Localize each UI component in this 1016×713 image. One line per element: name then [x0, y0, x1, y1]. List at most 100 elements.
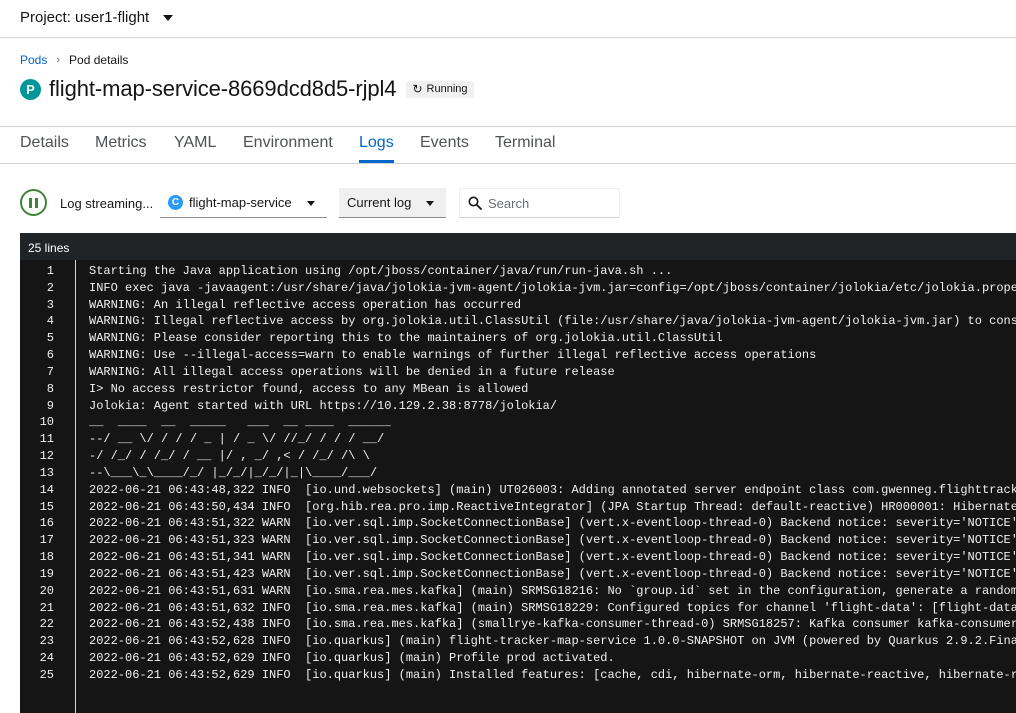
chevron-right-icon: ›	[56, 54, 61, 66]
line-number: 24	[39, 651, 54, 666]
line-number: 15	[39, 499, 54, 514]
line-number: 10	[39, 415, 54, 430]
line-number: 25	[39, 667, 54, 682]
project-bar: Project: user1-flight	[0, 0, 1016, 38]
caret-down-icon	[426, 201, 434, 206]
search-icon	[468, 196, 482, 210]
log-line: 18 2022-06-21 06:43:51,341 WARN [io.ver.s…	[20, 549, 1016, 566]
page-header: P flight-map-service-8669dcd8d5-rjpl4 ↻ …	[20, 76, 474, 102]
log-line: 13 --\___\_\____/_/ |_/_/|_/_/|_|\____/__…	[20, 465, 1016, 482]
project-label: Project: user1-flight	[20, 9, 150, 26]
container-select[interactable]: C flight-map-service	[160, 188, 327, 218]
log-text: --\___\_\____/_/ |_/_/|_/_/|_|\____/___/	[89, 465, 378, 480]
search-input[interactable]	[488, 195, 608, 211]
log-type-select[interactable]: Current log	[339, 188, 446, 218]
log-line: 21 2022-06-21 06:43:51,632 INFO [io.sma.r…	[20, 600, 1016, 617]
streaming-status: Log streaming...	[60, 196, 154, 211]
log-line: 4 WARNING: Illegal reflective access by o…	[20, 313, 1016, 330]
log-line: 25 2022-06-21 06:43:52,629 INFO [io.quark…	[20, 667, 1016, 684]
log-text: 2022-06-21 06:43:52,629 INFO [io.quarkus…	[89, 651, 615, 666]
log-text: 2022-06-21 06:43:51,322 WARN [io.ver.sql…	[89, 516, 1016, 531]
log-text: WARNING: An illegal reflective access op…	[89, 297, 522, 312]
line-number: 9	[46, 398, 54, 413]
log-text: WARNING: Illegal reflective access by or…	[89, 314, 1016, 329]
line-number: 12	[39, 449, 54, 464]
log-text: 2022-06-21 06:43:51,341 WARN [io.ver.sql…	[89, 550, 1016, 565]
pause-icon-bar	[35, 197, 38, 208]
pause-icon	[29, 197, 32, 208]
line-number: 21	[39, 600, 54, 615]
tab-yaml[interactable]: YAML	[174, 134, 216, 163]
tab-terminal[interactable]: Terminal	[495, 134, 555, 163]
line-number: 14	[39, 482, 54, 497]
log-line: 12 -/ /_/ / /_/ / __ |/ , _/ ,< / /_/ /\ …	[20, 448, 1016, 465]
log-text: 2022-06-21 06:43:51,632 INFO [io.sma.rea…	[89, 600, 1016, 615]
log-line: 24 2022-06-21 06:43:52,629 INFO [io.quark…	[20, 650, 1016, 667]
log-line: 22 2022-06-21 06:43:52,438 INFO [io.sma.r…	[20, 616, 1016, 633]
caret-down-icon	[307, 201, 315, 206]
sync-icon: ↻	[412, 82, 423, 96]
status-text: Running	[426, 83, 468, 95]
line-number: 17	[39, 533, 54, 548]
line-number: 1	[46, 264, 54, 278]
tab-metrics[interactable]: Metrics	[95, 134, 147, 163]
pause-streaming-button[interactable]	[20, 189, 47, 216]
line-number: 23	[39, 634, 54, 649]
log-lines: 1 Starting the Java application using /op…	[20, 263, 1016, 684]
caret-down-icon	[163, 14, 174, 21]
tab-details[interactable]: Details	[20, 134, 69, 163]
container-badge: C	[168, 195, 183, 210]
log-line: 17 2022-06-21 06:43:51,323 WARN [io.ver.s…	[20, 532, 1016, 549]
log-text: --/ __ \/ / / / _ | / _ \/ //_/ / / / __…	[89, 432, 385, 447]
line-number: 20	[39, 583, 54, 598]
status-badge: ↻ Running	[406, 80, 474, 98]
project-selector[interactable]: Project: user1-flight	[20, 9, 174, 26]
log-window: 25 lines 1 Starting the Java application …	[20, 233, 1016, 713]
log-line: 3 WARNING: An illegal reflective access o…	[20, 297, 1016, 314]
log-line: 1 Starting the Java application using /op…	[20, 263, 1016, 280]
line-number: 19	[39, 566, 54, 581]
log-text: 2022-06-21 06:43:52,438 INFO [io.sma.rea…	[89, 617, 1016, 632]
log-line: 8 I> No access restrictor found, access t…	[20, 381, 1016, 398]
log-text: 2022-06-21 06:43:48,322 INFO [io.und.web…	[89, 482, 1016, 497]
line-number: 2	[46, 280, 54, 295]
log-text: WARNING: Use --illegal-access=warn to en…	[89, 348, 817, 363]
tab-events[interactable]: Events	[420, 134, 469, 163]
page-title: flight-map-service-8669dcd8d5-rjpl4	[49, 76, 397, 101]
line-number: 11	[39, 432, 54, 447]
line-number: 8	[46, 381, 54, 396]
log-text: WARNING: All illegal access operations w…	[89, 364, 615, 379]
log-text: 2022-06-21 06:43:51,423 WARN [io.ver.sql…	[89, 566, 1016, 581]
tab-bar: Details Metrics YAML Environment Logs Ev…	[0, 126, 1016, 164]
pod-resource-badge: P	[20, 78, 41, 100]
line-number: 5	[46, 331, 54, 346]
log-text: 2022-06-21 06:43:51,631 WARN [io.sma.rea…	[89, 583, 1016, 598]
log-line: 11 --/ __ \/ / / / _ | / _ \/ //_/ / / / …	[20, 431, 1016, 448]
log-line: 23 2022-06-21 06:43:52,628 INFO [io.quark…	[20, 633, 1016, 650]
log-search	[459, 188, 620, 218]
log-line: 9 Jolokia: Agent started with URL https:/…	[20, 398, 1016, 415]
log-line: 2 INFO exec java -javaagent:/usr/share/ja…	[20, 280, 1016, 297]
line-number: 22	[39, 617, 54, 632]
container-select-value: flight-map-service	[189, 195, 292, 210]
log-text: 2022-06-21 06:43:52,629 INFO [io.quarkus…	[89, 667, 1016, 682]
log-line-count: 25 lines	[20, 233, 1016, 260]
log-line: 19 2022-06-21 06:43:51,423 WARN [io.ver.s…	[20, 566, 1016, 583]
log-text: INFO exec java -javaagent:/usr/share/jav…	[89, 280, 1016, 295]
log-text: I> No access restrictor found, access to…	[89, 381, 529, 396]
line-number: 18	[39, 550, 54, 565]
tab-logs[interactable]: Logs	[359, 134, 394, 163]
tab-environment[interactable]: Environment	[243, 134, 333, 163]
breadcrumb-current: Pod details	[69, 53, 129, 67]
breadcrumb-pods-link[interactable]: Pods	[20, 53, 47, 67]
line-number: 3	[46, 297, 54, 312]
log-line: 20 2022-06-21 06:43:51,631 WARN [io.sma.r…	[20, 583, 1016, 600]
log-text: 2022-06-21 06:43:52,628 INFO [io.quarkus…	[89, 634, 1016, 649]
log-text: 2022-06-21 06:43:51,323 WARN [io.ver.sql…	[89, 533, 1016, 548]
line-number: 4	[46, 314, 54, 329]
log-body[interactable]: 1 Starting the Java application using /op…	[20, 260, 1016, 713]
log-line: 14 2022-06-21 06:43:48,322 INFO [io.und.w…	[20, 482, 1016, 499]
log-text: __ ____ __ _____ ___ __ ____ ______	[89, 415, 392, 430]
log-text: WARNING: Please consider reporting this …	[89, 331, 723, 346]
log-line: 15 2022-06-21 06:43:50,434 INFO [org.hib.…	[20, 499, 1016, 516]
